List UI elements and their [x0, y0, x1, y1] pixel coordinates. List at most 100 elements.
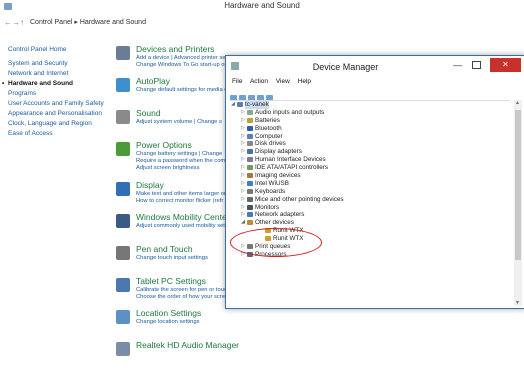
category-link[interactable]: Adjust system volume | Change s: [136, 119, 222, 125]
tree-scrollbar[interactable]: ▲ ▼: [514, 100, 522, 306]
expand-icon[interactable]: ▷: [240, 125, 246, 133]
device-icon: [247, 188, 253, 194]
sidebar-item-home[interactable]: Control Panel Home: [8, 45, 108, 55]
sidebar-item-appearance[interactable]: Appearance and Personalisation: [8, 109, 108, 119]
category-title[interactable]: Location Settings: [136, 308, 201, 318]
tree-node[interactable]: ▷ Disk drives: [230, 140, 510, 148]
scroll-up-icon[interactable]: ▲: [515, 100, 520, 106]
tree-node[interactable]: ◢ Other devices: [230, 219, 510, 227]
menu-file[interactable]: File: [232, 78, 242, 85]
tree-node[interactable]: ▷ Batteries: [230, 117, 510, 125]
device-icon: [247, 125, 253, 131]
category-title[interactable]: Pen and Touch: [136, 244, 193, 254]
category-icon: [116, 310, 130, 324]
expand-icon[interactable]: ▷: [240, 109, 246, 117]
device-icon: [247, 133, 253, 139]
expand-icon[interactable]: ▷: [240, 156, 246, 164]
up-button[interactable]: ↑: [20, 18, 24, 27]
expand-icon[interactable]: ▷: [240, 180, 246, 188]
category-link-2[interactable]: Change Windows To Go start-up op: [136, 62, 228, 68]
category-link-3[interactable]: Adjust screen brightness: [136, 165, 199, 171]
expand-icon[interactable]: ▷: [240, 172, 246, 180]
tree-node[interactable]: ▷ Display adapters: [230, 148, 510, 156]
tree-root[interactable]: ◢ tc-vanek: [230, 101, 510, 109]
tree-node[interactable]: ▷ Human Interface Devices: [230, 156, 510, 164]
expand-icon[interactable]: ▷: [240, 133, 246, 141]
expand-icon[interactable]: ▷: [240, 140, 246, 148]
category-link[interactable]: Change location settings: [136, 319, 200, 325]
category-title[interactable]: Sound: [136, 108, 161, 118]
category-icon: [116, 46, 130, 60]
menu-action[interactable]: Action: [250, 78, 268, 85]
maximize-button[interactable]: [472, 61, 481, 69]
tree-node[interactable]: ▷ Imaging devices: [230, 172, 510, 180]
sidebar-item-network[interactable]: Network and Internet: [8, 69, 108, 79]
expand-icon[interactable]: ▷: [240, 148, 246, 156]
category-2: Sound Adjust system volume | Change s: [116, 108, 236, 134]
category-link[interactable]: Calibrate the screen for pen or touc: [136, 287, 227, 293]
category-link[interactable]: Adjust commonly used mobility set: [136, 223, 225, 229]
category-title[interactable]: AutoPlay: [136, 76, 170, 86]
category-4: Display Make text and other items larger …: [116, 180, 236, 206]
tree-root-label: tc-vanek: [245, 101, 269, 109]
tree-node-label: Audio inputs and outputs: [255, 108, 325, 116]
category-title[interactable]: Display: [136, 180, 164, 190]
tree-node[interactable]: ▷ Computer: [230, 133, 510, 141]
category-3: Power Options Change battery settings | C…: [116, 140, 236, 174]
tree-node[interactable]: ▷ IDE ATA/ATAPI controllers: [230, 164, 510, 172]
category-0: Devices and Printers Add a device | Advan…: [116, 44, 303, 70]
sidebar-item-system[interactable]: System and Security: [8, 59, 108, 69]
expand-icon[interactable]: ▷: [240, 204, 246, 212]
expand-icon[interactable]: ▷: [240, 117, 246, 125]
tree-node[interactable]: ▷ Keyboards: [230, 188, 510, 196]
tree-node-label: Network adapters: [255, 211, 305, 219]
tree-node-label: Monitors: [255, 203, 280, 211]
category-link[interactable]: Change touch input settings: [136, 255, 208, 261]
sidebar-item-accounts[interactable]: User Accounts and Family Safety: [8, 99, 108, 109]
category-icon: [116, 342, 130, 356]
category-link[interactable]: Change default settings for media o: [136, 87, 228, 93]
expand-icon[interactable]: ▷: [240, 164, 246, 172]
tree-node[interactable]: ▷ Bluetooth: [230, 125, 510, 133]
device-manager-window[interactable]: Device Manager — ✕ File Action View Help…: [225, 55, 524, 309]
category-title[interactable]: Tablet PC Settings: [136, 276, 206, 286]
scroll-thumb[interactable]: [515, 110, 521, 260]
menu-help[interactable]: Help: [298, 78, 311, 85]
expand-icon[interactable]: ▷: [240, 196, 246, 204]
breadcrumb[interactable]: Control Panel ▸ Hardware and Sound: [30, 18, 146, 26]
sidebar-item-hardware[interactable]: • Hardware and Sound: [2, 79, 108, 89]
category-title[interactable]: Windows Mobility Center: [136, 212, 230, 222]
category-link[interactable]: Make text and other items larger or: [136, 191, 226, 197]
tree-node-label: Mice and other pointing devices: [255, 195, 344, 203]
collapse-icon[interactable]: ◢: [230, 101, 236, 109]
back-button[interactable]: ←: [4, 18, 12, 27]
expand-icon[interactable]: ◢: [240, 219, 246, 227]
computer-icon: [237, 102, 243, 107]
expand-icon[interactable]: ▷: [240, 188, 246, 196]
category-link-2[interactable]: Require a password when the comp: [136, 158, 228, 164]
expand-icon[interactable]: ▷: [240, 211, 246, 219]
scroll-down-icon[interactable]: ▼: [515, 300, 520, 306]
category-title[interactable]: Devices and Printers: [136, 44, 214, 54]
forward-button[interactable]: →: [12, 18, 20, 27]
close-button[interactable]: ✕: [490, 58, 521, 72]
menu-view[interactable]: View: [276, 78, 290, 85]
sidebar-item-ease[interactable]: Ease of Access: [8, 129, 108, 139]
sidebar-item-programs[interactable]: Programs: [8, 89, 108, 99]
tree-node[interactable]: ▷ Intel WiUSB: [230, 180, 510, 188]
tree-node[interactable]: ▷ Mice and other pointing devices: [230, 196, 510, 204]
tree-node-label: IDE ATA/ATAPI controllers: [255, 164, 329, 172]
tree-node[interactable]: ▷ Network adapters: [230, 211, 510, 219]
minimize-button[interactable]: —: [453, 60, 462, 70]
tree-node-label: Batteries: [255, 116, 280, 124]
tree-node[interactable]: ▷ Audio inputs and outputs: [230, 109, 510, 117]
tree-node-label: Other devices: [255, 219, 294, 227]
category-link-2[interactable]: Choose the order of how your scree: [136, 294, 228, 300]
category-title[interactable]: Power Options: [136, 140, 192, 150]
tree-node[interactable]: ▷ Monitors: [230, 204, 510, 212]
sidebar-item-clock[interactable]: Clock, Language and Region: [8, 119, 108, 129]
category-link-2[interactable]: How to correct monitor flicker (refr: [136, 198, 223, 204]
category-title[interactable]: Realtek HD Audio Manager: [136, 340, 239, 350]
category-link[interactable]: Change battery settings | Change: [136, 151, 222, 157]
category-list: Devices and Printers Add a device | Advan…: [116, 44, 303, 372]
